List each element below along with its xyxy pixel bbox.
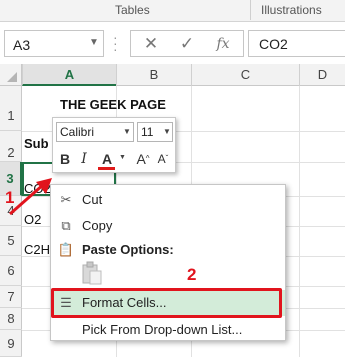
font-size-dropdown[interactable]: 11 ▼ [137,122,173,142]
decrease-font-label: A [157,152,166,166]
font-name-dropdown[interactable]: Calibri ▼ [56,122,134,142]
copy-icon: ⧉ [61,218,71,233]
mini-toolbar: Calibri ▼ 11 ▼ B I A ▼ A^ Aˇ [52,117,176,173]
menu-item-copy[interactable]: ⧉ Copy [51,215,285,237]
decrease-font-size-button[interactable]: Aˇ [155,148,171,170]
column-header-d[interactable]: D [299,64,345,86]
menu-item-label: Pick From Drop-down List... [82,322,243,337]
step-number-2: 2 [187,265,197,284]
formula-value: CO2 [259,36,288,52]
ribbon-separator [250,0,251,20]
row-header-6[interactable]: 6 [0,256,22,286]
bold-button[interactable]: B [57,148,73,170]
row-header-9[interactable]: 9 [0,330,22,357]
name-box[interactable]: A3 ▼ [4,30,104,57]
menu-item-pick-from-list[interactable]: Pick From Drop-down List... [51,319,285,341]
menu-item-paste-options: 📋 Paste Options: [51,239,285,261]
paste-clipboard-icon[interactable] [81,261,103,285]
formula-input[interactable]: CO2 [248,30,345,57]
row-header-7[interactable]: 7 [0,286,22,308]
drag-handle-icon[interactable]: · · · [113,30,119,56]
increase-font-size-button[interactable]: A^ [135,148,151,170]
row-header-5[interactable]: 5 [0,226,22,256]
caret-down-icon: ˇ [165,154,169,163]
ribbon-group-labels: Tables Illustrations [0,0,345,22]
cell-a5[interactable]: C2H [24,242,50,257]
column-header-a[interactable]: A [22,64,116,86]
menu-item-label: Paste Options: [82,242,174,257]
column-headers: A B C D [0,64,345,86]
chevron-down-icon[interactable]: ▼ [123,127,131,136]
row-headers: 1 2 3 4 5 6 7 8 9 [0,86,22,357]
chevron-down-icon[interactable]: ▼ [163,127,171,136]
step-number-1: 1 [5,188,15,207]
row-header-2[interactable]: 2 [0,131,22,162]
italic-button[interactable]: I [77,148,91,170]
menu-item-label: Cut [82,192,103,207]
highlight-box [51,288,282,318]
formula-buttons: ✕ ✓ fx [130,30,244,57]
ribbon-group-illustrations: Illustrations [261,3,322,17]
menu-item-cut[interactable]: ✂ Cut [51,189,285,211]
cell-a2[interactable]: Sub [24,136,49,151]
column-header-b[interactable]: B [116,64,191,86]
chevron-down-icon[interactable]: ▼ [119,154,126,161]
gridline [299,86,300,357]
select-all-triangle-icon [7,72,17,82]
clipboard-icon: 📋 [57,242,75,257]
name-box-value: A3 [13,37,31,53]
caret-up-icon: ^ [145,154,150,163]
cell-title[interactable]: THE GEEK PAGE [60,97,166,112]
insert-function-button[interactable]: fx [209,34,237,54]
cancel-icon[interactable]: ✕ [137,34,165,54]
ribbon-group-tables: Tables [115,3,150,17]
column-header-c[interactable]: C [191,64,299,86]
font-name-value: Calibri [60,125,95,139]
font-color-swatch [98,167,115,170]
row-header-8[interactable]: 8 [0,308,22,330]
chevron-down-icon[interactable]: ▼ [89,37,99,48]
menu-item-label: Copy [82,218,113,233]
font-size-value: 11 [141,125,154,139]
scissors-icon: ✂ [60,192,72,207]
increase-font-label: A [136,151,146,167]
row-header-1[interactable]: 1 [0,86,22,131]
enter-icon[interactable]: ✓ [173,34,201,54]
